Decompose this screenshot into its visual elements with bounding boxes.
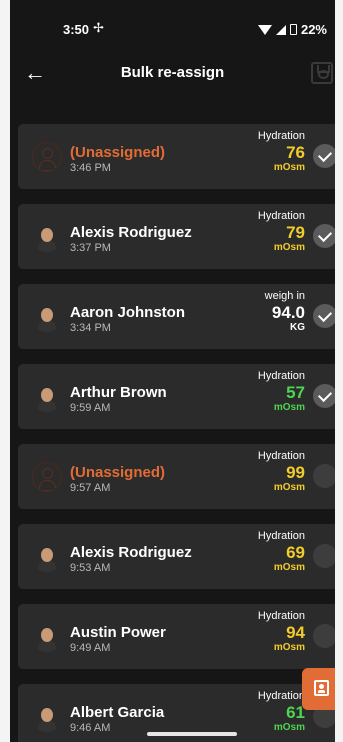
signal-icon <box>275 24 286 35</box>
metric-block: Hydration 57 mOsm <box>258 370 305 413</box>
metric-value: 76 <box>286 143 305 162</box>
metric-unit: mOsm <box>273 562 305 573</box>
metric-block: Hydration 99 mOsm <box>258 450 305 493</box>
list-item[interactable]: Aaron Johnston 3:34 PM weigh in 94.0 KG <box>18 284 335 349</box>
metric-block: Hydration 61 mOsm <box>258 690 305 733</box>
metric-label: Hydration <box>257 530 305 542</box>
metric-value: 61 <box>286 703 305 722</box>
metric-unit: mOsm <box>273 642 305 653</box>
wifi-icon <box>257 24 272 35</box>
list-item[interactable]: Austin Power 9:49 AM Hydration 94 mOsm <box>18 604 335 669</box>
metric-label: Hydration <box>257 690 305 702</box>
unchecked-checkbox[interactable] <box>313 464 335 488</box>
metric-value: 94.0 <box>271 303 305 322</box>
person-name: Austin Power <box>70 624 166 641</box>
person-name: Albert Garcia <box>70 704 165 721</box>
metric-label: weigh in <box>264 290 305 302</box>
top-app-bar: ← Bulk re-assign <box>10 52 335 96</box>
checked-checkbox[interactable] <box>313 384 335 408</box>
home-indicator[interactable] <box>147 732 237 736</box>
metric-value: 69 <box>286 543 305 562</box>
avatar <box>32 382 62 412</box>
record-time: 3:37 PM <box>70 242 111 254</box>
record-time: 9:53 AM <box>70 562 111 574</box>
avatar <box>32 222 62 252</box>
metric-value: 79 <box>286 223 305 242</box>
metric-block: Hydration 69 mOsm <box>258 530 305 573</box>
metric-block: weigh in 94.0 KG <box>265 290 305 333</box>
status-right: 22% <box>257 22 327 37</box>
metric-unit: mOsm <box>273 482 305 493</box>
unassigned-avatar-icon <box>32 142 62 172</box>
battery-percent: 22% <box>300 22 327 37</box>
metric-unit: mOsm <box>273 162 305 173</box>
battery-icon <box>289 24 297 35</box>
unchecked-checkbox[interactable] <box>313 544 335 568</box>
unassigned-avatar-icon <box>32 462 62 492</box>
metric-value: 99 <box>286 463 305 482</box>
metric-label: Hydration <box>257 450 305 462</box>
record-time: 9:49 AM <box>70 642 111 654</box>
badge-icon <box>314 680 329 696</box>
metric-unit: mOsm <box>273 722 305 733</box>
page-title: Bulk re-assign <box>120 64 225 81</box>
record-time: 3:46 PM <box>70 162 111 174</box>
metric-block: Hydration 76 mOsm <box>258 130 305 173</box>
metric-label: Hydration <box>257 130 305 142</box>
right-border <box>335 0 343 742</box>
person-name: Arthur Brown <box>70 384 167 401</box>
record-time: 9:46 AM <box>70 722 111 734</box>
unchecked-checkbox[interactable] <box>313 624 335 648</box>
metric-block: Hydration 94 mOsm <box>258 610 305 653</box>
fan-icon: ✢ <box>93 20 104 35</box>
person-name: (Unassigned) <box>70 144 166 161</box>
list-item[interactable]: (Unassigned) 3:46 PM Hydration 76 mOsm <box>18 124 335 189</box>
checked-checkbox[interactable] <box>313 144 335 168</box>
metric-block: Hydration 79 mOsm <box>258 210 305 253</box>
save-icon[interactable] <box>311 62 333 84</box>
checked-checkbox[interactable] <box>313 224 335 248</box>
app-screen: 3:50 ✢ 22% ← Bulk re-assign (Unassigned)… <box>10 0 335 742</box>
avatar <box>32 702 62 732</box>
status-time: 3:50 <box>63 22 90 37</box>
person-name: Alexis Rodriguez <box>70 224 192 241</box>
metric-unit: mOsm <box>273 402 305 413</box>
list-item[interactable]: Alexis Rodriguez 9:53 AM Hydration 69 mOsm <box>18 524 335 589</box>
metric-value: 94 <box>286 623 305 642</box>
metric-label: Hydration <box>257 210 305 222</box>
checked-checkbox[interactable] <box>313 304 335 328</box>
list-item[interactable]: (Unassigned) 9:57 AM Hydration 99 mOsm <box>18 444 335 509</box>
avatar <box>32 622 62 652</box>
assign-fab-button[interactable] <box>302 668 335 710</box>
metric-label: Hydration <box>257 370 305 382</box>
avatar <box>32 542 62 572</box>
person-name: (Unassigned) <box>70 464 166 481</box>
record-time: 3:34 PM <box>70 322 111 334</box>
record-time: 9:59 AM <box>70 402 111 414</box>
status-bar: 3:50 ✢ 22% <box>10 0 335 52</box>
avatar <box>32 302 62 332</box>
metric-label: Hydration <box>257 610 305 622</box>
record-time: 9:57 AM <box>70 482 111 494</box>
metric-value: 57 <box>286 383 305 402</box>
person-name: Aaron Johnston <box>70 304 185 321</box>
person-name: Alexis Rodriguez <box>70 544 192 561</box>
metric-unit: mOsm <box>273 242 305 253</box>
list-item[interactable]: Alexis Rodriguez 3:37 PM Hydration 79 mOsm <box>18 204 335 269</box>
left-border <box>0 0 10 742</box>
list-item[interactable]: Arthur Brown 9:59 AM Hydration 57 mOsm <box>18 364 335 429</box>
